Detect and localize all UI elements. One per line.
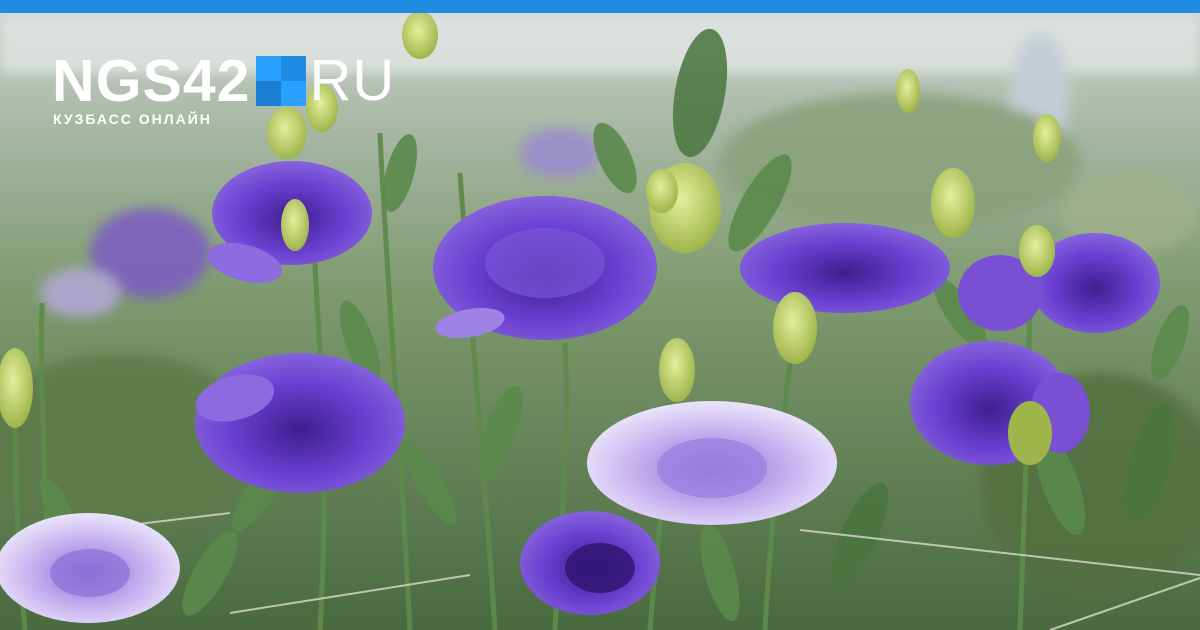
logo-wordmark: NGS42 RU — [52, 48, 396, 114]
page: NGS42 RU КУЗБАСС ОНЛАЙН — [0, 0, 1200, 630]
logo-prefix: NGS42 — [52, 48, 251, 114]
top-accent-bar — [0, 0, 1200, 13]
ngs42-logo[interactable]: NGS42 RU КУЗБАСС ОНЛАЙН — [52, 48, 396, 128]
logo-square-icon — [256, 56, 307, 106]
logo-suffix: RU — [309, 48, 396, 113]
